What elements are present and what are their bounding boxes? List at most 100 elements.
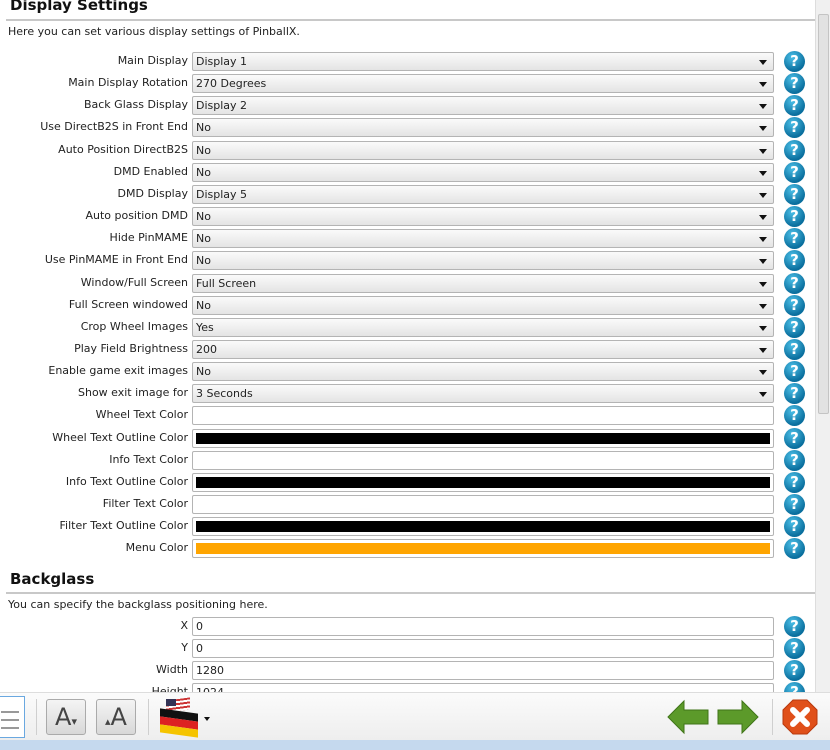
use-pinmame-in-front-end-label: Use PinMAME in Front End [44, 253, 188, 267]
main-display-rotation-select[interactable]: 270 Degrees [192, 74, 774, 94]
color-swatch [196, 476, 770, 488]
help-icon[interactable]: ? [784, 250, 805, 272]
dmd-display-select[interactable]: Display 5 [192, 184, 774, 204]
chevron-down-icon [759, 237, 767, 243]
y-label: Y [181, 641, 188, 655]
use-directb2s-in-front-end-select[interactable]: No [192, 118, 774, 138]
help-icon[interactable]: ? [784, 294, 805, 316]
setting-row: Enable game exit images No? [0, 361, 815, 383]
auto-position-dmd-label: Auto position DMD [85, 209, 188, 223]
filter-text-color-label: Filter Text Color [102, 497, 188, 510]
help-icon[interactable]: ? [784, 206, 805, 228]
wheel-text-color-picker[interactable] [192, 406, 774, 426]
use-directb2s-in-front-end-label: Use DirectB2S in Front End [40, 120, 188, 134]
close-icon[interactable] [782, 699, 818, 735]
crop-wheel-images-select[interactable]: Yes [192, 317, 774, 337]
help-icon[interactable]: ? [784, 228, 805, 250]
selected-value: 200 [196, 342, 217, 356]
use-pinmame-in-front-end-select[interactable]: No [192, 251, 774, 271]
setting-row: DMD Enabled No? [0, 161, 815, 183]
selected-value: No [196, 121, 211, 135]
width-input[interactable]: 1280 [192, 661, 774, 681]
height-input[interactable]: 1024 [192, 683, 774, 692]
help-icon[interactable]: ? [784, 638, 805, 660]
selected-value: No [196, 165, 211, 179]
play-field-brightness-select[interactable]: 200 [192, 339, 774, 359]
enable-game-exit-images-select[interactable]: No [192, 362, 774, 382]
wheel-text-outline-color-picker[interactable] [192, 428, 774, 448]
bottom-toolbar: A▾ ▴A [0, 692, 830, 740]
info-text-outline-color-picker[interactable] [192, 472, 774, 492]
list-view-icon[interactable] [0, 696, 25, 738]
backglass-title: Backglass [10, 570, 95, 588]
selected-value: No [196, 365, 211, 379]
setting-row: Main Display Rotation 270 Degrees? [0, 73, 815, 95]
help-icon[interactable]: ? [784, 272, 805, 294]
help-icon[interactable]: ? [784, 117, 805, 139]
toolbar-separator [772, 699, 773, 735]
wheel-text-outline-color-label: Wheel Text Outline Color [52, 430, 188, 444]
font-decrease-icon: A [55, 703, 72, 731]
help-icon[interactable]: ? [784, 161, 805, 183]
x-label: X [180, 619, 188, 632]
help-icon[interactable]: ? [784, 139, 805, 161]
show-exit-image-for-select[interactable]: 3 Seconds [192, 384, 774, 404]
y-input[interactable]: 0 [192, 639, 774, 659]
vertical-scrollbar[interactable] [815, 0, 830, 692]
auto-position-dmd-select[interactable]: No [192, 207, 774, 227]
auto-position-directb2s-select[interactable]: No [192, 140, 774, 160]
status-strip [0, 740, 830, 750]
help-icon[interactable]: ? [784, 183, 805, 205]
filter-text-outline-color-picker[interactable] [192, 517, 774, 537]
help-icon[interactable]: ? [784, 316, 805, 338]
help-icon[interactable]: ? [784, 616, 805, 637]
setting-row: Full Screen windowed No? [0, 294, 815, 316]
help-icon[interactable]: ? [784, 538, 805, 560]
help-icon[interactable]: ? [784, 51, 805, 72]
window-full-screen-select[interactable]: Full Screen [192, 273, 774, 293]
help-icon[interactable]: ? [784, 95, 805, 117]
help-icon[interactable]: ? [784, 471, 805, 493]
setting-row: Window/Full Screen Full Screen? [0, 272, 815, 294]
help-icon[interactable]: ? [784, 516, 805, 538]
help-icon[interactable]: ? [784, 338, 805, 360]
hide-pinmame-select[interactable]: No [192, 229, 774, 249]
setting-row: Crop Wheel Images Yes? [0, 316, 815, 338]
setting-row: Back Glass Display Display 2? [0, 95, 815, 117]
info-text-color-picker[interactable] [192, 450, 774, 470]
help-icon[interactable]: ? [784, 682, 805, 692]
help-icon[interactable]: ? [784, 383, 805, 405]
help-icon[interactable]: ? [784, 427, 805, 449]
setting-row: Hide PinMAME No? [0, 228, 815, 250]
dmd-enabled-select[interactable]: No [192, 162, 774, 182]
color-swatch [196, 521, 770, 533]
help-icon[interactable]: ? [784, 660, 805, 682]
selected-value: Full Screen [196, 276, 257, 290]
back-arrow-icon[interactable] [666, 699, 710, 735]
font-increase-button[interactable]: ▴A [96, 699, 136, 735]
selected-value: No [196, 143, 211, 157]
font-decrease-button[interactable]: A▾ [46, 699, 86, 735]
help-icon[interactable]: ? [784, 361, 805, 383]
setting-row: Wheel Text Color? [0, 405, 815, 427]
back-glass-display-select[interactable]: Display 2 [192, 96, 774, 116]
toolbar-separator [36, 699, 37, 735]
help-icon[interactable]: ? [784, 73, 805, 95]
backglass-description: You can specify the backglass positionin… [8, 598, 268, 611]
help-icon[interactable]: ? [784, 494, 805, 515]
help-icon[interactable]: ? [784, 449, 805, 471]
language-flag-icon[interactable] [160, 697, 210, 738]
forward-arrow-icon[interactable] [716, 699, 760, 735]
scrollbar-thumb[interactable] [818, 14, 829, 414]
filter-text-color-picker[interactable] [192, 495, 774, 514]
full-screen-windowed-select[interactable]: No [192, 295, 774, 315]
setting-row: Y 0? [0, 638, 815, 660]
help-icon[interactable]: ? [784, 405, 805, 427]
dmd-enabled-label: DMD Enabled [113, 164, 188, 178]
x-input[interactable]: 0 [192, 617, 774, 636]
wheel-text-color-label: Wheel Text Color [95, 408, 188, 422]
main-display-select[interactable]: Display 1 [192, 52, 774, 71]
chevron-down-icon [759, 303, 767, 309]
menu-color-picker[interactable] [192, 539, 774, 559]
crop-wheel-images-label: Crop Wheel Images [80, 319, 188, 333]
